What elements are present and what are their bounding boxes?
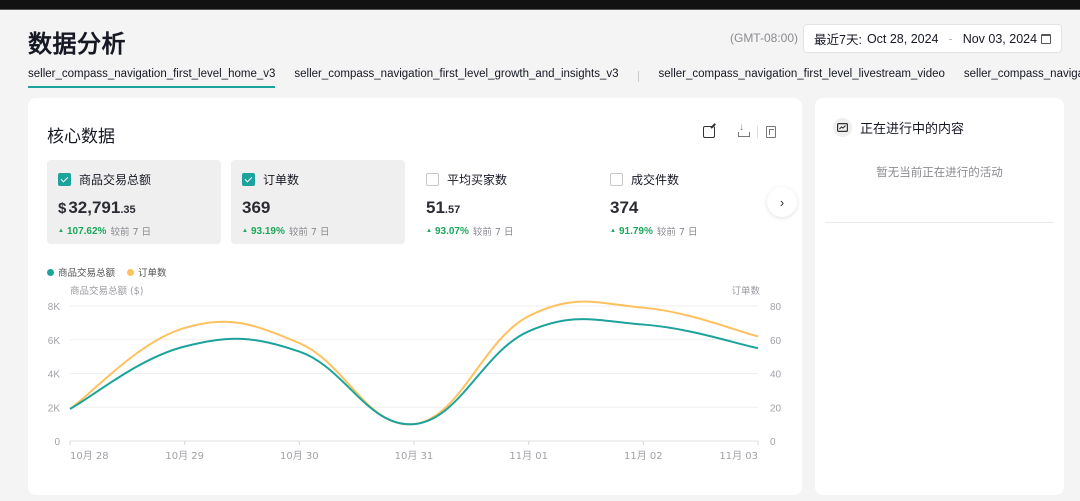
navigation-tabs: seller_compass_navigation_first_level_ho… [28,64,1080,90]
line-chart: 商品交易总额 ($) 订单数 0 0 2K 20 4K 40 6K 60 8K 80 10月 28 10月… [48,285,782,462]
core-data-card: 核心数据 商品交易总额 $32,791.35 ▲107.62%较前 7 日 订单… [28,98,802,495]
download-icon[interactable] [737,122,750,138]
metric-card-units-sold[interactable]: 成交件数 374 ▲ 91.79% 较前 7 日 [599,160,773,244]
right-tick-label: 0 [770,437,776,448]
checkbox-gmv[interactable] [58,173,71,186]
left-tick-label: 0 [54,437,60,448]
right-tick-label: 80 [770,302,782,313]
left-tick-label: 4K [48,370,61,381]
chevron-right-icon: › [779,194,785,210]
legend-item-gmv[interactable]: 商品交易总额 [47,265,115,279]
legend-dot-orders [127,268,135,276]
x-tick-label: 10月 31 [395,450,434,462]
date-range-picker[interactable]: 最近7天: Oct 28, 2024 - Nov 03, 2024 [803,24,1062,53]
empty-state-text: 暂无当前正在进行的活动 [876,165,1003,179]
up-arrow-icon: ▲ [426,228,432,234]
ongoing-content-title: 正在进行中的内容 [860,122,965,137]
metric-change: 93.19% [250,225,285,237]
report-icon[interactable] [766,126,776,138]
left-tick-label: 2K [48,403,61,414]
edit-icon[interactable] [703,126,715,138]
left-tick-label: 6K [48,336,61,347]
metric-label: 平均买家数 [447,173,508,187]
tab-product[interactable]: seller_compass_navigation_first_level_pr… [964,64,1080,88]
metric-label: 商品交易总额 [79,173,152,187]
next-metrics-button[interactable]: › [767,187,797,217]
date-range-start: Oct 28, 2024 [866,31,939,46]
date-range-prefix: 最近7天: [814,33,862,47]
x-tick-label: 11月 02 [624,450,663,462]
date-range-separator: - [948,31,953,46]
metric-change: 91.79% [618,225,653,237]
core-data-title: 核心数据 [47,127,115,147]
up-arrow-icon: ▲ [242,228,248,234]
timezone-label: (GMT-08:00) [729,31,798,45]
metric-value: 32,791 [68,198,121,217]
series-line-orders [69,300,759,426]
legend-dot-gmv [47,268,54,276]
x-tick-label: 11月 01 [509,450,548,462]
series-line-gmv [69,318,759,426]
right-axis-label: 订单数 [731,285,760,297]
toolbar-divider [757,126,758,138]
up-arrow-icon: ▲ [58,228,64,234]
x-tick-label: 10月 29 [165,450,204,462]
metric-change: 107.62% [66,225,107,237]
metric-label: 订单数 [263,173,300,187]
right-tick-label: 20 [770,403,782,414]
metric-currency: $ [58,200,67,217]
metric-compare: 较前 7 日 [110,227,152,238]
metric-value: 51 [426,198,445,217]
checkbox-orders[interactable] [242,173,255,186]
tab-growth-and-insights[interactable]: seller_compass_navigation_first_level_gr… [294,64,618,88]
legend-label: 商品交易总额 [58,268,116,279]
metric-decimal: .35 [120,204,136,216]
legend-item-orders[interactable]: 订单数 [127,265,167,279]
checkbox-units-sold[interactable] [610,173,623,186]
metric-compare: 较前 7 日 [656,227,698,238]
right-tick-label: 40 [770,370,782,381]
x-tick-label: 11月 03 [719,450,758,462]
metric-compare: 较前 7 日 [288,227,330,238]
left-axis-label: 商品交易总额 ($) [70,285,143,297]
card-toolbar [703,122,776,138]
metric-decimal: .57 [444,204,461,216]
metric-change: 93.07% [434,225,469,237]
divider [825,222,1054,223]
calendar-icon[interactable] [1041,33,1051,44]
tab-home[interactable]: seller_compass_navigation_first_level_ho… [28,64,276,88]
tab-livestream-video[interactable]: seller_compass_navigation_first_level_li… [659,64,945,88]
ongoing-content-card: 正在进行中的内容 暂无当前正在进行的活动 [815,98,1064,495]
up-arrow-icon: ▲ [610,228,616,234]
top-bar [0,0,1080,10]
page-title: 数据分析 [28,30,126,58]
metric-value: 369 [242,198,271,217]
left-tick-label: 8K [48,302,61,313]
chart-legend: 商品交易总额 订单数 [47,265,179,279]
metric-compare: 较前 7 日 [472,227,514,238]
metric-value: 374 [610,198,639,217]
x-tick-label: 10月 30 [280,450,319,462]
metric-card-avg-buyers[interactable]: 平均买家数 51.57 ▲ 93.07% 较前 7 日 [415,160,589,244]
trend-icon [833,118,852,137]
metric-card-gmv[interactable]: 商品交易总额 $32,791.35 ▲ 107.62% 较前 7 日 [47,160,221,244]
metric-label: 成交件数 [631,173,680,187]
x-tick-label: 10月 28 [70,450,109,462]
right-tick-label: 60 [770,336,782,347]
date-range-end: Nov 03, 2024 [962,31,1038,46]
checkbox-avg-buyers[interactable] [426,173,439,186]
legend-label: 订单数 [138,268,167,279]
tab-divider [637,71,639,82]
metric-card-orders[interactable]: 订单数 369 ▲ 93.19% 较前 7 日 [231,160,405,244]
